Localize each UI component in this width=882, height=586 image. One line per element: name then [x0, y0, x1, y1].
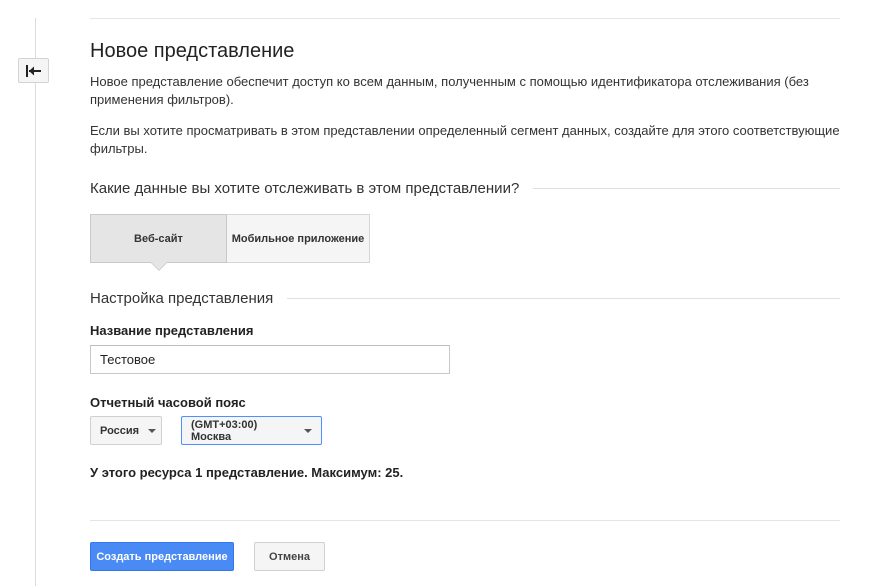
description-paragraph-2: Если вы хотите просматривать в этом пред… [90, 123, 840, 156]
bottom-divider [90, 520, 840, 521]
timezone-label: Отчетный часовой пояс [90, 395, 246, 410]
description-paragraph-1: Новое представление обеспечит доступ ко … [90, 74, 809, 107]
section-divider [533, 187, 840, 189]
country-dropdown-value: Россия [100, 424, 140, 437]
dropdown-arrow-icon [304, 428, 312, 433]
back-arrow-icon [26, 65, 41, 77]
top-divider [90, 18, 840, 19]
left-rail-divider [35, 18, 36, 586]
tab-mobile-app-label: Мобильное приложение [231, 232, 365, 245]
view-name-label: Название представления [90, 323, 254, 338]
create-view-button[interactable]: Создать представление [90, 542, 234, 571]
country-dropdown[interactable]: Россия [90, 416, 162, 445]
settings-section-heading: Настройка представления [90, 287, 840, 309]
timezone-dropdown-value: (GMT+03:00) Москва [191, 418, 258, 443]
cancel-button[interactable]: Отмена [254, 542, 325, 571]
new-view-page: Новое представление Новое представление … [0, 0, 882, 586]
view-name-input[interactable] [90, 345, 450, 374]
tracking-section-heading: Какие данные вы хотите отслеживать в это… [90, 177, 840, 199]
tab-website[interactable]: Веб-сайт [90, 214, 227, 271]
back-button[interactable] [18, 58, 49, 83]
section-divider [287, 297, 840, 299]
tracking-section-title: Какие данные вы хотите отслеживать в это… [90, 179, 520, 197]
timezone-dropdown[interactable]: (GMT+03:00) Москва [181, 416, 322, 445]
data-type-tabs: Веб-сайт Мобильное приложение [90, 214, 370, 271]
selected-notch-fill [151, 262, 167, 270]
tab-mobile-app[interactable]: Мобильное приложение [227, 214, 370, 263]
settings-section-title: Настройка представления [90, 289, 274, 307]
dropdown-arrow-icon [148, 428, 157, 433]
views-limit-note: У этого ресурса 1 представление. Максиму… [90, 465, 404, 480]
tab-website-label: Веб-сайт [134, 232, 183, 245]
page-title: Новое представление [90, 40, 295, 62]
